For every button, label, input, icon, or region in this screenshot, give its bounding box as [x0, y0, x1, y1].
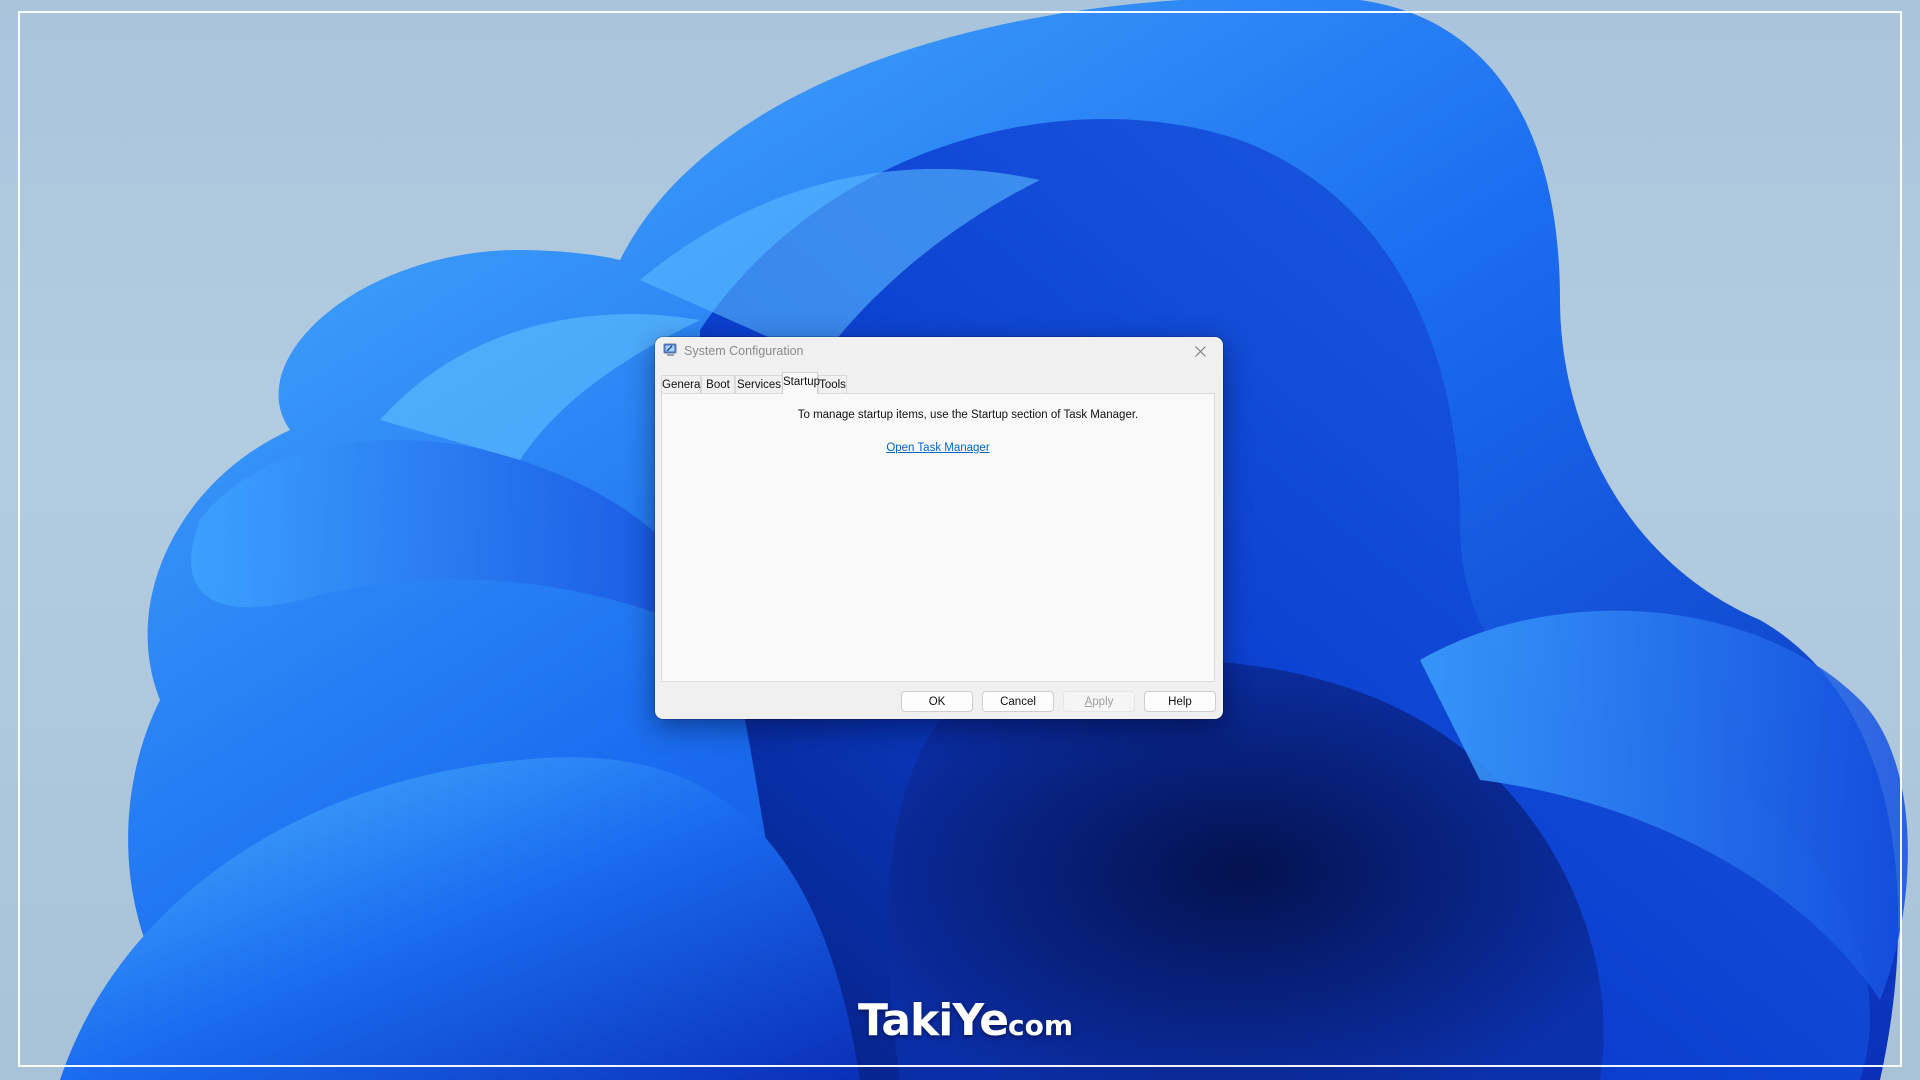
window-title: System Configuration	[684, 344, 804, 358]
apply-button[interactable]: Apply	[1063, 691, 1135, 712]
apply-mnemonic: A	[1084, 695, 1093, 708]
cancel-button[interactable]: Cancel	[982, 691, 1054, 712]
open-task-manager-link[interactable]: Open Task Manager	[886, 442, 989, 454]
tab-tools[interactable]: Tools	[818, 375, 847, 393]
startup-tab-panel: To manage startup items, use the Startup…	[661, 393, 1215, 682]
title-bar[interactable]: System Configuration	[655, 337, 1223, 365]
close-button[interactable]	[1177, 337, 1223, 367]
tab-services[interactable]: Services	[735, 375, 783, 393]
link-row: Open Task Manager	[662, 442, 1214, 454]
apply-label-rest: pply	[1092, 695, 1114, 708]
system-configuration-dialog: System Configuration General Boot Servic…	[655, 337, 1223, 719]
close-icon	[1194, 344, 1206, 360]
ok-button[interactable]: OK	[901, 691, 973, 712]
tab-startup[interactable]: Startup	[782, 372, 820, 394]
tab-general[interactable]: General	[661, 375, 703, 393]
watermark-main: TakiYe	[858, 995, 1009, 1046]
startup-info-message: To manage startup items, use the Startup…	[797, 409, 1139, 421]
watermark-suffix: com	[1008, 1009, 1074, 1042]
help-button[interactable]: Help	[1144, 691, 1216, 712]
watermark-logo: TakiYecom	[858, 995, 1073, 1046]
system-configuration-icon	[663, 343, 678, 358]
tab-boot[interactable]: Boot	[701, 375, 735, 393]
